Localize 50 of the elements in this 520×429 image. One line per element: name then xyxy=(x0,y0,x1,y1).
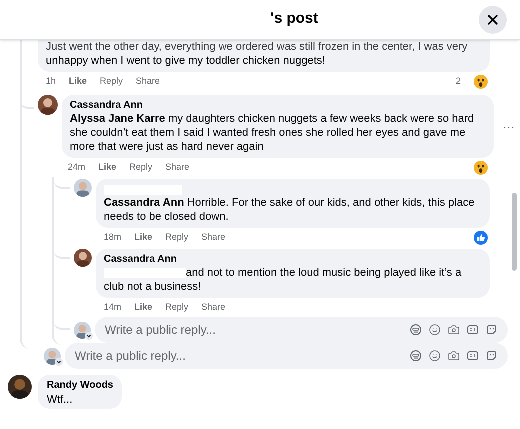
gif-icon[interactable] xyxy=(467,324,479,336)
like-link[interactable]: Like xyxy=(69,74,88,88)
reply-link[interactable]: Reply xyxy=(166,300,189,314)
comment-time: 14m xyxy=(104,300,122,314)
comment-text: and not to mention the loud music being played like it’s a club not a business! xyxy=(104,266,463,294)
close-button[interactable] xyxy=(479,6,507,34)
share-link[interactable]: Share xyxy=(202,300,226,314)
smiley-icon[interactable] xyxy=(429,324,441,336)
comment-author[interactable]: Cassandra Ann xyxy=(104,253,482,266)
comment-time: 18m xyxy=(104,230,122,244)
scrollbar-thumb[interactable] xyxy=(512,193,517,271)
smiley-icon[interactable] xyxy=(429,350,441,362)
profile-avatar xyxy=(8,375,32,399)
reply-input[interactable]: Write a public reply... xyxy=(105,321,410,339)
comment-text: unhappy when I went to give my toddler chicken nuggets! xyxy=(46,54,326,68)
profile-avatar xyxy=(74,249,92,267)
reply-link[interactable]: Reply xyxy=(100,74,124,88)
profile-avatar xyxy=(38,95,58,115)
reply-input[interactable]: Write a public reply... xyxy=(75,347,410,365)
profile-avatar xyxy=(74,179,92,197)
share-link[interactable]: Share xyxy=(136,74,160,88)
share-link[interactable]: Share xyxy=(202,230,226,244)
more-options-button[interactable]: ··· xyxy=(498,118,520,136)
comment-time: 24m xyxy=(68,160,86,174)
reaction-count: 2 xyxy=(456,74,461,88)
sticker-icon[interactable] xyxy=(486,324,498,336)
reply-input-field[interactable]: Write a public reply... xyxy=(95,317,508,343)
reply-link[interactable]: Reply xyxy=(130,160,153,174)
comment-time: 1h xyxy=(46,74,56,88)
reply-input-field[interactable]: Write a public reply... xyxy=(65,343,508,369)
gif-icon[interactable] xyxy=(467,350,479,362)
like-link[interactable]: Like xyxy=(134,230,153,244)
dialog-title: 's post xyxy=(270,9,318,30)
reply-link[interactable]: Reply xyxy=(166,230,189,244)
camera-icon[interactable] xyxy=(448,350,460,362)
avatar-sticker-icon[interactable] xyxy=(410,350,422,362)
chevron-down-icon[interactable] xyxy=(85,332,93,340)
chevron-down-icon[interactable] xyxy=(55,358,63,366)
like-link[interactable]: Like xyxy=(98,160,117,174)
like-link[interactable]: Like xyxy=(134,300,153,314)
comment-text: Wtf... xyxy=(47,393,74,407)
comment-text: Alyssa Jane Karre my daughters chicken nuggets a few weeks back were so hard she couldn’t eat them I said I wanted fresh ones she rolled her eyes and gave me more that were just as hard never again xyxy=(70,112,476,154)
camera-icon[interactable] xyxy=(448,324,460,336)
share-link[interactable]: Share xyxy=(166,160,190,174)
comment-author[interactable]: Cassandra Ann xyxy=(70,99,486,112)
sticker-icon[interactable] xyxy=(486,350,498,362)
comment-text: Cassandra Ann Horrible. For the sake of our kids, and other kids, this place needs to be closed down. xyxy=(104,196,476,224)
comment-author[interactable]: Randy Woods xyxy=(47,379,114,393)
avatar-sticker-icon[interactable] xyxy=(410,324,422,336)
comment-text: Just went the other day, everything we ordered was still frozen in the center, I was very xyxy=(46,40,469,54)
